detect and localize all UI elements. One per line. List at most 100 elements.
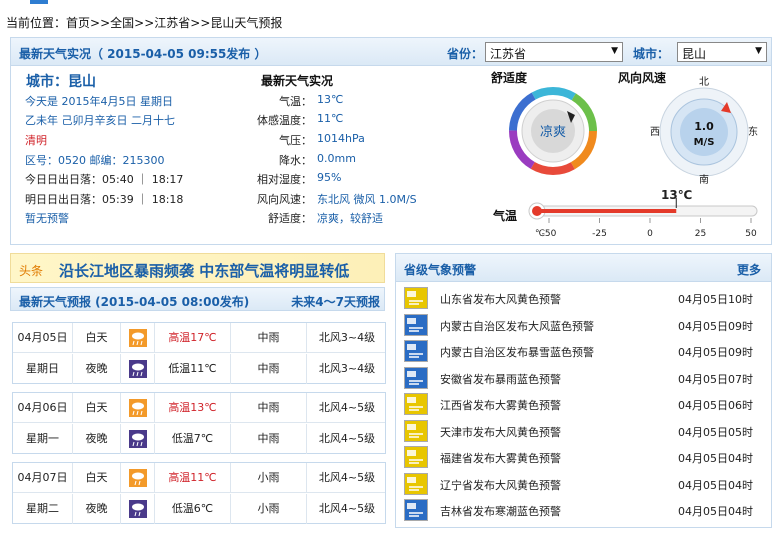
- wind-speed-value: 1.0: [694, 120, 714, 133]
- wind-blue-icon: [404, 313, 428, 336]
- forecast-period: 夜晚: [73, 354, 121, 384]
- light-rain-day-icon: [129, 469, 147, 487]
- forecast-weather-cell: [121, 354, 155, 384]
- live-weather-panel: 最新天气实况（ 2015-04-05 09:55发布 ） 省份： 江苏省 ▼ 城市…: [10, 37, 772, 245]
- humidity-value: 95%: [317, 171, 342, 184]
- forecast-period: 白天: [73, 463, 121, 493]
- compass-north-label: 北: [699, 76, 709, 88]
- light-rain-night-icon: [129, 500, 147, 518]
- warning-item[interactable]: 吉林省发布寒潮蓝色预警 04月05日04时: [396, 497, 771, 523]
- no-warning-link[interactable]: 暂无预警: [25, 210, 69, 226]
- headline-banner[interactable]: 头条 沿长江地区暴雨频袭 中东部气温将明显转低: [10, 253, 385, 283]
- warning-item[interactable]: 内蒙古自治区发布大风蓝色预警 04月05日09时: [396, 312, 771, 338]
- breadcrumb-separator: >>: [90, 16, 111, 30]
- live-weather-header: 最新天气实况（ 2015-04-05 09:55发布 ） 省份： 江苏省 ▼ 城市…: [11, 38, 771, 66]
- pressure-value: 1014hPa: [317, 132, 365, 145]
- forecast-wind: 北风4~5级: [318, 432, 376, 445]
- wind-yellow-icon: [404, 287, 428, 309]
- tomorrow-sunrise-sunset: 明日日出日落：05:39 ｜ 18:18: [25, 193, 184, 206]
- breadcrumb-separator: >>: [134, 16, 155, 30]
- breadcrumb-nation-link[interactable]: 全国: [110, 16, 134, 30]
- warning-text[interactable]: 山东省发布大风黄色预警: [440, 291, 561, 307]
- breadcrumb-province-link[interactable]: 江苏省: [154, 16, 190, 30]
- today-date: 今天是 2015年4月5日 星期日: [25, 95, 173, 108]
- warning-text[interactable]: 安徽省发布暴雨蓝色预警: [440, 371, 561, 387]
- forecast-period: 白天: [73, 393, 121, 423]
- warning-item[interactable]: 福建省发布大雾黄色预警 04月05日04时: [396, 444, 771, 470]
- rain-day-icon: [129, 329, 147, 347]
- pressure-key: 气压：: [279, 134, 312, 147]
- lunar-date: 乙未年 己卯月辛亥日 二月十七: [25, 114, 175, 127]
- warning-item[interactable]: 江西省发布大雾黄色预警 04月05日06时: [396, 391, 771, 417]
- forecast-weekday: 星期二: [13, 494, 73, 524]
- forecast-temp: 高温11℃: [155, 463, 231, 493]
- city-select-value: 昆山: [682, 47, 707, 61]
- temperature-gauge: -50 -25 0 25 50 ℃: [528, 198, 758, 239]
- forecast-period: 白天: [73, 323, 121, 353]
- forecast-weather: 中雨: [231, 354, 307, 384]
- temp-gauge-label: 气温: [493, 209, 518, 223]
- warning-text[interactable]: 天津市发布大风黄色预警: [440, 424, 561, 440]
- forecast-date: 04月07日: [13, 463, 73, 493]
- warning-date: 04月05日05时: [678, 425, 753, 439]
- forecast-wind: 北风4~5级: [318, 471, 376, 484]
- forecast-temp: 高温17℃: [155, 323, 231, 353]
- wind-compass: 北 南 西 东 1.0 M/S: [650, 76, 758, 185]
- precip-key: 降水：: [279, 154, 312, 167]
- warning-date: 04月05日04时: [678, 478, 753, 492]
- warnings-more-link[interactable]: 更多: [737, 261, 761, 278]
- warning-text[interactable]: 内蒙古自治区发布大风蓝色预警: [440, 318, 594, 334]
- province-select[interactable]: 江苏省 ▼: [485, 42, 623, 62]
- temperature-gauge-fill: [539, 209, 677, 213]
- snow-blue-icon: [404, 340, 428, 362]
- forecast-day-2: 04月06日 白天 高温13℃ 中雨 北风4~5级 星期一 夜晚 低温7℃ 中雨…: [12, 392, 386, 454]
- warning-item[interactable]: 安徽省发布暴雨蓝色预警 04月05日07时: [396, 365, 771, 391]
- breadcrumb-current: 昆山天气预报: [210, 16, 283, 30]
- province-select-value: 江苏省: [490, 47, 527, 61]
- city-select[interactable]: 昆山 ▼: [677, 42, 767, 62]
- area-code: 区号：0520 邮编：215300: [25, 154, 165, 167]
- warning-item[interactable]: 内蒙古自治区发布暴雪蓝色预警 04月05日09时: [396, 338, 771, 364]
- breadcrumb-prefix: 当前位置：: [6, 16, 67, 30]
- warning-item[interactable]: 天津市发布大风黄色预警 04月05日05时: [396, 418, 771, 444]
- warning-date: 04月05日09时: [678, 319, 753, 333]
- temp-gauge-unit: ℃: [535, 229, 545, 239]
- comfort-value: 凉爽，较舒适: [317, 212, 383, 225]
- forecast-night-row: 星期日 夜晚 低温11℃ 中雨 北风3~4级: [13, 354, 385, 384]
- forecast-day-1: 04月05日 白天 高温17℃ 中雨 北风3~4级 星期日 夜晚 低温11℃ 中…: [12, 322, 386, 384]
- wind-yellow-icon: [404, 419, 428, 442]
- forecast-weather-cell: [121, 494, 155, 524]
- top-tab-indicator: [30, 0, 48, 4]
- feels-like-value: 11℃: [317, 112, 344, 125]
- temp-tick-label: 25: [695, 229, 706, 239]
- comfort-title: 舒适度: [491, 71, 528, 85]
- forecast-weather-cell: [121, 463, 155, 493]
- forecast-more-days-link[interactable]: 未来4～7天预报: [291, 293, 380, 310]
- forecast-day-row: 04月07日 白天 高温11℃ 小雨 北风4~5级: [13, 463, 385, 493]
- warning-item[interactable]: 辽宁省发布大风黄色预警 04月05日04时: [396, 471, 771, 497]
- warning-text[interactable]: 辽宁省发布大风黄色预警: [440, 477, 561, 493]
- rain-blue-icon: [404, 366, 428, 389]
- warning-date: 04月05日07时: [678, 372, 753, 386]
- forecast-weather-cell: [121, 393, 155, 423]
- warning-text[interactable]: 福建省发布大雾黄色预警: [440, 450, 561, 466]
- rain-night-icon: [129, 360, 147, 378]
- warning-item[interactable]: 山东省发布大风黄色预警 04月05日10时: [396, 285, 771, 311]
- comfort-dial: 凉爽: [509, 87, 597, 175]
- compass-south-label: 南: [699, 173, 709, 185]
- forecast-temp: 高温13℃: [155, 393, 231, 423]
- warning-text[interactable]: 吉林省发布寒潮蓝色预警: [440, 503, 561, 519]
- headline-title[interactable]: 沿长江地区暴雨频袭 中东部气温将明显转低: [59, 260, 349, 281]
- forecast-weather: 中雨: [231, 393, 307, 423]
- wind-value: 东北风 微风 1.0M/S: [317, 193, 417, 206]
- warning-text[interactable]: 江西省发布大雾黄色预警: [440, 397, 561, 413]
- province-label: 省份：: [447, 47, 484, 61]
- warning-date: 04月05日04时: [678, 505, 753, 518]
- provincial-warnings-panel: 省级气象预警 更多 山东省发布大风黄色预警 04月05日10时 内蒙古自治区发布大风…: [395, 253, 772, 528]
- forecast-wind: 北风4~5级: [318, 401, 376, 414]
- temp-tick-label: 0: [647, 229, 653, 239]
- forecast-period: 夜晚: [73, 494, 121, 524]
- breadcrumb-home-link[interactable]: 首页: [66, 16, 90, 30]
- forecast-weather-cell: [121, 424, 155, 454]
- warning-text[interactable]: 内蒙古自治区发布暴雪蓝色预警: [440, 344, 594, 360]
